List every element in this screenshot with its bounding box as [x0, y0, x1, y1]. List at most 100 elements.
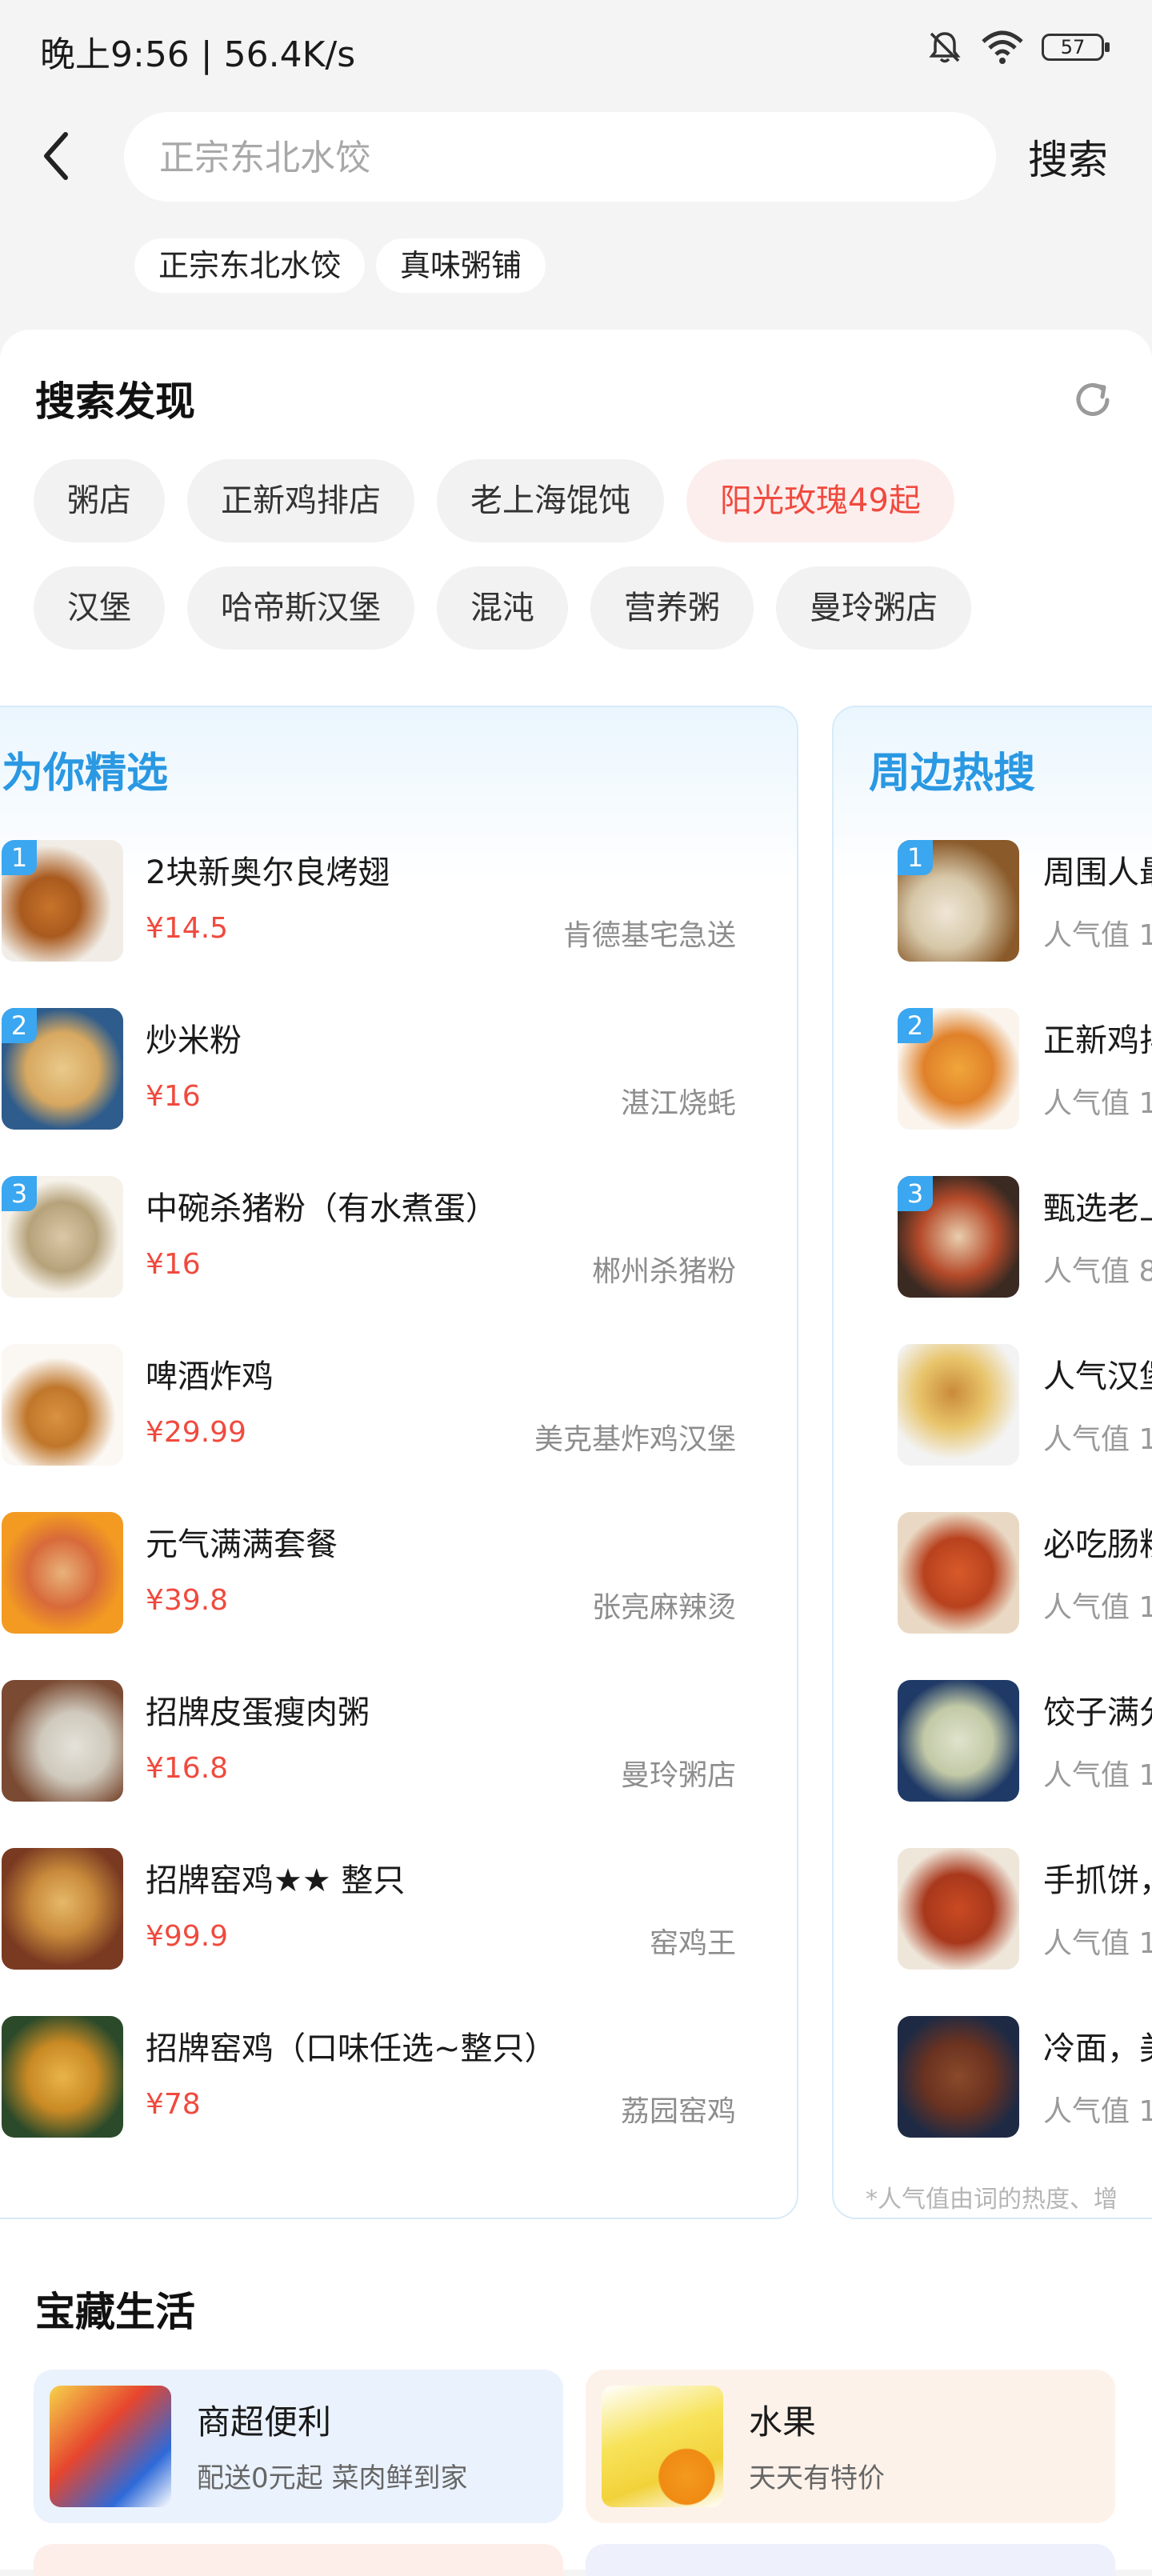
- pick-item[interactable]: 招牌窑鸡★★ 整只 ¥99.9 窑鸡王: [2, 1848, 768, 1976]
- discover-tag-hot[interactable]: 阳光玫瑰49起: [686, 459, 954, 542]
- food-thumbnail: 2: [898, 1008, 1019, 1130]
- item-shop: 美克基炸鸡汉堡: [534, 1423, 736, 1456]
- item-popularity: 人气值 85: [1043, 1255, 1152, 1288]
- item-name: 招牌窑鸡★★ 整只: [146, 1862, 406, 1899]
- battery-icon: 57: [1042, 34, 1110, 61]
- discover-row-1: 粥店 正新鸡排店 老上海馄饨 阳光玫瑰49起: [34, 459, 954, 542]
- item-name: 中碗杀猪粉（有水煮蛋）: [146, 1190, 498, 1227]
- nearby-item[interactable]: 3 甄选老上 人气值 85: [866, 1176, 1152, 1304]
- search-input[interactable]: [158, 112, 961, 203]
- food-thumbnail: 1: [898, 840, 1019, 962]
- discover-tag[interactable]: 老上海馄饨: [437, 459, 664, 542]
- item-popularity: 人气值 17: [1043, 1759, 1152, 1792]
- status-bar: 晚上9:56 | 56.4K/s 57: [0, 0, 1152, 96]
- food-thumbnail: [898, 1344, 1019, 1466]
- nearby-item[interactable]: 冷面，美 人气值 16: [866, 2016, 1152, 2144]
- pick-item[interactable]: 元气满满套餐 ¥39.8 张亮麻辣烫: [2, 1512, 768, 1640]
- life-card-subtitle: 天天有特价: [749, 2462, 885, 2494]
- food-thumbnail: [2, 1848, 123, 1970]
- life-title: 宝藏生活: [35, 2289, 195, 2335]
- pick-item[interactable]: 招牌皮蛋瘦肉粥 ¥16.8 曼玲粥店: [2, 1680, 768, 1808]
- item-name: 周围人最: [1043, 854, 1152, 891]
- item-shop: 郴州杀猪粉: [591, 1255, 736, 1288]
- history-chip[interactable]: 正宗东北水饺: [134, 238, 366, 293]
- item-price: ¥78: [146, 2088, 201, 2121]
- discover-tag[interactable]: 汉堡: [34, 566, 165, 650]
- search-history: 正宗东北水饺 真味粥铺: [134, 238, 546, 293]
- rank-badge: 2: [898, 1008, 933, 1043]
- status-time: 晚上9:56 | 56.4K/s: [40, 34, 356, 75]
- rank-badge: 1: [898, 840, 933, 875]
- item-price: ¥14.5: [146, 912, 229, 945]
- item-price: ¥39.8: [146, 1584, 229, 1617]
- popularity-footnote: *人气值由词的热度、增: [866, 2186, 1118, 2214]
- discover-tag[interactable]: 粥店: [34, 459, 165, 542]
- item-shop: 荔园窑鸡: [620, 2095, 736, 2128]
- nearby-item[interactable]: 2 正新鸡排 人气值 15: [866, 1008, 1152, 1136]
- item-popularity: 人气值 16: [1043, 2095, 1152, 2128]
- item-popularity: 人气值 16: [1043, 919, 1152, 952]
- nearby-item[interactable]: 饺子满分 人气值 17: [866, 1680, 1152, 1808]
- nearby-item[interactable]: 人气汉堡 人气值 18: [866, 1344, 1152, 1472]
- discover-tag[interactable]: 曼玲粥店: [776, 566, 971, 650]
- pick-item[interactable]: 1 2块新奥尔良烤翅 ¥14.5 肯德基宅急送: [2, 840, 768, 968]
- item-shop: 肯德基宅急送: [562, 919, 736, 952]
- item-name: 冷面，美: [1043, 2030, 1152, 2067]
- life-card-fruit[interactable]: 水果 天天有特价: [586, 2370, 1115, 2523]
- item-price: ¥29.99: [146, 1416, 246, 1449]
- life-card-title: 商超便利: [197, 2402, 332, 2442]
- item-shop: 窑鸡王: [649, 1927, 736, 1960]
- rank-badge: 3: [898, 1176, 933, 1211]
- discover-tag[interactable]: 营养粥: [590, 566, 754, 650]
- discover-title: 搜索发现: [35, 378, 195, 425]
- item-name: 饺子满分: [1043, 1694, 1152, 1731]
- status-icons: 57: [926, 29, 1110, 66]
- fruit-thumbnail: [602, 2386, 723, 2507]
- item-popularity: 人气值 18: [1043, 1423, 1152, 1456]
- nearby-item[interactable]: 1 周围人最 人气值 16: [866, 840, 1152, 968]
- item-price: ¥16: [146, 1080, 201, 1113]
- item-shop: 曼玲粥店: [620, 1759, 736, 1792]
- refresh-button[interactable]: [1069, 376, 1117, 424]
- item-popularity: 人气值 16: [1043, 1591, 1152, 1624]
- item-shop: 湛江烧蚝: [620, 1087, 736, 1120]
- pick-item[interactable]: 3 中碗杀猪粉（有水煮蛋） ¥16 郴州杀猪粉: [2, 1176, 768, 1304]
- nearby-item[interactable]: 手抓饼， 人气值 15: [866, 1848, 1152, 1976]
- food-thumbnail: 3: [2, 1176, 123, 1298]
- pick-item[interactable]: 2 炒米粉 ¥16 湛江烧蚝: [2, 1008, 768, 1136]
- search-button[interactable]: 搜索: [1028, 128, 1108, 186]
- food-thumbnail: [898, 1848, 1019, 1970]
- food-thumbnail: 1: [2, 840, 123, 962]
- pick-item[interactable]: 啤酒炸鸡 ¥29.99 美克基炸鸡汉堡: [2, 1344, 768, 1472]
- discover-tag[interactable]: 哈帝斯汉堡: [187, 566, 414, 650]
- item-name: 啤酒炸鸡: [146, 1358, 274, 1395]
- food-thumbnail: [898, 2016, 1019, 2138]
- item-shop: 张亮麻辣烫: [591, 1591, 736, 1624]
- mute-bell-icon: [929, 32, 961, 63]
- back-button[interactable]: [32, 128, 80, 184]
- item-popularity: 人气值 15: [1043, 1087, 1152, 1120]
- discover-tag[interactable]: 正新鸡排店: [187, 459, 414, 542]
- discover-tag[interactable]: 混沌: [437, 566, 568, 650]
- food-thumbnail: [2, 1344, 123, 1466]
- nearby-item[interactable]: 必吃肠粉 人气值 16: [866, 1512, 1152, 1640]
- item-name: 招牌窑鸡（口味任选~整只）: [146, 2030, 557, 2067]
- search-box[interactable]: [124, 112, 996, 203]
- item-name: 招牌皮蛋瘦肉粥: [146, 1694, 370, 1731]
- chevron-left-icon: [44, 132, 68, 180]
- item-popularity: 人气值 15: [1043, 1927, 1152, 1960]
- food-thumbnail: [898, 1680, 1019, 1802]
- item-name: 人气汉堡: [1043, 1358, 1152, 1395]
- food-thumbnail: [2, 1512, 123, 1634]
- history-chip[interactable]: 真味粥铺: [376, 238, 546, 293]
- food-thumbnail: 3: [898, 1176, 1019, 1298]
- item-name: 元气满满套餐: [146, 1526, 338, 1563]
- picks-title: 为你精选: [2, 750, 169, 798]
- pick-item[interactable]: 招牌窑鸡（口味任选~整只） ¥78 荔园窑鸡: [2, 2016, 768, 2144]
- life-card-peek: [586, 2544, 1115, 2576]
- food-thumbnail: [898, 1512, 1019, 1634]
- item-name: 2块新奥尔良烤翅: [146, 854, 390, 891]
- item-name: 必吃肠粉: [1043, 1526, 1152, 1563]
- life-card-supermarket[interactable]: 商超便利 配送0元起 菜肉鲜到家: [34, 2370, 563, 2523]
- nearby-card: 周边热搜 1 周围人最 人气值 16 2 正新鸡排 人气值 15 3 甄选老上 …: [832, 706, 1152, 2219]
